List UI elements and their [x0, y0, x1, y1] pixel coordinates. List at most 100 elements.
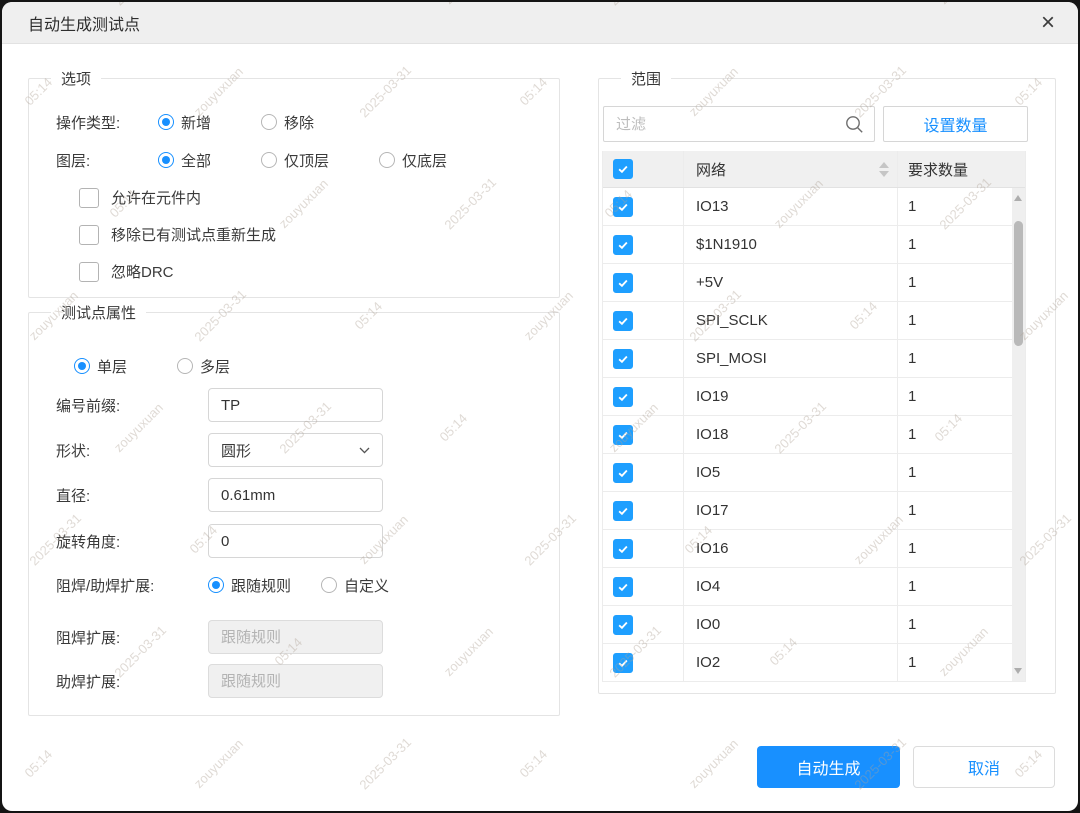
net-name-cell[interactable]: IO16 — [684, 530, 898, 567]
row-checkbox[interactable] — [613, 463, 633, 483]
qty-cell[interactable]: 1 — [898, 530, 1012, 567]
auto-testpoint-dialog: 自动生成测试点 × 选项 操作类型: 新增 移除 图层: 全部 仅顶层 — [2, 2, 1078, 811]
net-name-cell[interactable]: IO4 — [684, 568, 898, 605]
mask-paste-expansion-row: 阻焊/助焊扩展: 跟随规则 自定义 — [56, 574, 439, 596]
radio-single-layer[interactable]: 单层 — [74, 356, 127, 377]
radio-operation-remove[interactable]: 移除 — [261, 112, 314, 133]
net-name-cell[interactable]: SPI_SCLK — [684, 302, 898, 339]
qty-cell[interactable]: 1 — [898, 226, 1012, 263]
qty-cell[interactable]: 1 — [898, 606, 1012, 643]
checkbox-allow-inside-component[interactable]: 允许在元件内 — [79, 187, 201, 208]
sort-icon[interactable] — [879, 162, 889, 177]
radio-icon — [321, 577, 337, 593]
table-row: IO01 — [603, 606, 1012, 644]
row-checkbox-cell — [603, 530, 684, 567]
qty-cell[interactable]: 1 — [898, 644, 1012, 681]
solder-mask-expansion-label: 阻焊扩展: — [56, 627, 208, 648]
auto-generate-button[interactable]: 自动生成 — [757, 746, 900, 788]
qty-cell[interactable]: 1 — [898, 340, 1012, 377]
radio-multi-layer[interactable]: 多层 — [177, 356, 230, 377]
radio-label: 新增 — [181, 112, 211, 133]
checkbox-remove-existing-regenerate[interactable]: 移除已有测试点重新生成 — [79, 224, 276, 245]
solder-mask-expansion-row: 阻焊扩展: — [56, 620, 383, 654]
scroll-down-icon[interactable] — [1014, 668, 1022, 674]
row-checkbox[interactable] — [613, 349, 633, 369]
options-group: 选项 操作类型: 新增 移除 图层: 全部 仅顶层 — [28, 78, 560, 298]
diameter-input[interactable] — [208, 478, 383, 512]
row-checkbox[interactable] — [613, 501, 633, 521]
shape-select[interactable]: 圆形 — [208, 433, 383, 467]
paste-mask-expansion-row: 助焊扩展: — [56, 664, 383, 698]
row-checkbox[interactable] — [613, 197, 633, 217]
qty-cell[interactable]: 1 — [898, 454, 1012, 491]
cancel-label: 取消 — [968, 755, 1000, 779]
net-name-cell[interactable]: IO0 — [684, 606, 898, 643]
qty-cell[interactable]: 1 — [898, 188, 1012, 225]
row-checkbox[interactable] — [613, 425, 633, 445]
table-scrollbar[interactable] — [1012, 188, 1025, 681]
row-checkbox-cell — [603, 226, 684, 263]
radio-label: 跟随规则 — [231, 575, 291, 596]
row-checkbox-cell — [603, 378, 684, 415]
table-row: IO191 — [603, 378, 1012, 416]
row-checkbox[interactable] — [613, 615, 633, 635]
qty-cell[interactable]: 1 — [898, 568, 1012, 605]
net-name-cell[interactable]: $1N1910 — [684, 226, 898, 263]
row-checkbox[interactable] — [613, 653, 633, 673]
radio-operation-add[interactable]: 新增 — [158, 112, 211, 133]
checkbox-icon — [79, 262, 99, 282]
table-row: IO51 — [603, 454, 1012, 492]
radio-follow-rule[interactable]: 跟随规则 — [208, 575, 291, 596]
radio-label: 移除 — [284, 112, 314, 133]
radio-layer-all[interactable]: 全部 — [158, 150, 211, 171]
table-row: IO131 — [603, 188, 1012, 226]
qty-cell[interactable]: 1 — [898, 302, 1012, 339]
table-row: +5V1 — [603, 264, 1012, 302]
row-checkbox[interactable] — [613, 387, 633, 407]
row-checkbox[interactable] — [613, 235, 633, 255]
net-name-cell[interactable]: IO13 — [684, 188, 898, 225]
radio-selected-icon — [158, 114, 174, 130]
testpoint-properties-group: 测试点属性 单层 多层 编号前缀: 形状: 圆形 — [28, 312, 560, 716]
row-checkbox[interactable] — [613, 273, 633, 293]
net-name-cell[interactable]: +5V — [684, 264, 898, 301]
scroll-up-icon[interactable] — [1014, 195, 1022, 201]
shape-selected-value: 圆形 — [221, 440, 251, 461]
search-icon[interactable] — [845, 115, 864, 134]
select-all-cell — [603, 151, 684, 187]
net-column-header[interactable]: 网络 — [684, 151, 898, 187]
checkbox-ignore-drc[interactable]: 忽略DRC — [79, 261, 174, 282]
radio-custom[interactable]: 自定义 — [321, 575, 389, 596]
cancel-button[interactable]: 取消 — [913, 746, 1055, 788]
net-name-cell[interactable]: IO19 — [684, 378, 898, 415]
net-name-cell[interactable]: IO2 — [684, 644, 898, 681]
select-all-checkbox[interactable] — [613, 159, 633, 179]
qty-cell[interactable]: 1 — [898, 492, 1012, 529]
radio-layer-bottom-only[interactable]: 仅底层 — [379, 150, 447, 171]
rotation-input[interactable] — [208, 524, 383, 558]
net-name-cell[interactable]: IO17 — [684, 492, 898, 529]
row-checkbox[interactable] — [613, 577, 633, 597]
qty-cell[interactable]: 1 — [898, 416, 1012, 453]
qty-cell[interactable]: 1 — [898, 264, 1012, 301]
mask-paste-expansion-label: 阻焊/助焊扩展: — [56, 575, 208, 596]
row-checkbox-cell — [603, 606, 684, 643]
net-header-label: 网络 — [696, 159, 726, 180]
scrollbar-thumb[interactable] — [1014, 221, 1023, 346]
table-row: $1N19101 — [603, 226, 1012, 264]
row-checkbox[interactable] — [613, 539, 633, 559]
radio-label: 单层 — [97, 356, 127, 377]
net-name-cell[interactable]: IO5 — [684, 454, 898, 491]
net-name-cell[interactable]: SPI_MOSI — [684, 340, 898, 377]
row-checkbox[interactable] — [613, 311, 633, 331]
qty-cell[interactable]: 1 — [898, 378, 1012, 415]
radio-layer-top-only[interactable]: 仅顶层 — [261, 150, 329, 171]
close-icon[interactable]: × — [1032, 2, 1064, 44]
radio-selected-icon — [208, 577, 224, 593]
filter-input[interactable] — [616, 116, 845, 133]
checkbox-icon — [79, 225, 99, 245]
net-name-cell[interactable]: IO18 — [684, 416, 898, 453]
set-quantity-button[interactable]: 设置数量 — [883, 106, 1028, 142]
operation-type-row: 操作类型: 新增 移除 — [56, 110, 364, 134]
prefix-input[interactable] — [208, 388, 383, 422]
